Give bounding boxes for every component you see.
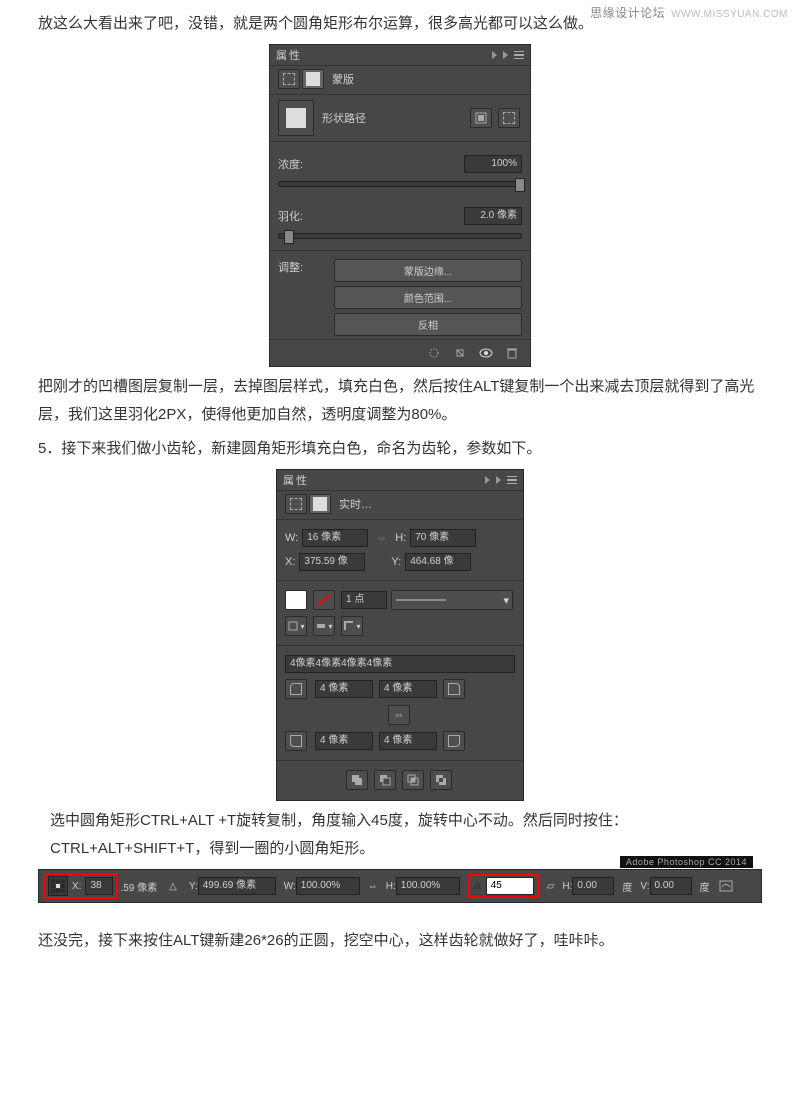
h-label: H: — [386, 881, 396, 892]
w-field[interactable]: 100.00% — [296, 877, 360, 895]
deg-label-2: 度 — [700, 879, 710, 894]
hskew-field[interactable]: 0.00 — [572, 877, 614, 895]
y-field[interactable]: 464.68 像 — [405, 553, 471, 571]
corner-tr-field[interactable]: 4 像素 — [379, 680, 437, 698]
w-label: W: — [284, 881, 296, 892]
delta-icon[interactable]: △ — [169, 881, 177, 892]
w-label: W: — [285, 532, 298, 544]
stroke-swatch[interactable] — [313, 590, 335, 610]
paragraph-2b: 5．接下来我们做小齿轮，新建圆角矩形填充白色，命名为齿轮，参数如下。 — [0, 435, 800, 463]
highlight-angle: ⟁ 45 — [468, 874, 539, 898]
h-field[interactable]: 70 像素 — [410, 529, 476, 547]
angle-field[interactable]: 45 — [486, 877, 534, 895]
corner-tr-icon[interactable] — [443, 679, 465, 699]
density-label: 浓度: — [278, 156, 303, 172]
mask-edge-button[interactable]: 蒙版边缘... — [334, 259, 522, 282]
panel-title: 属性 — [283, 472, 309, 488]
highlight-anchor-x: X: 38 — [43, 873, 118, 899]
link-icon[interactable]: ⇔ — [368, 881, 378, 892]
feather-slider[interactable] — [278, 233, 522, 239]
delete-icon[interactable] — [504, 346, 520, 360]
boundary-icon[interactable] — [498, 108, 520, 128]
paragraph-2a: 把刚才的凹槽图层复制一层，去掉图层样式，填充白色，然后按住ALT键复制一个出来减… — [0, 373, 800, 429]
x-label: X: — [72, 881, 81, 892]
invert-button[interactable]: 反相 — [334, 313, 522, 336]
w-field[interactable]: 16 像素 — [302, 529, 368, 547]
x-rest: .59 像素 — [120, 879, 157, 894]
adjust-label: 调整: — [278, 259, 334, 275]
angle-icon: ⟁ — [473, 881, 482, 892]
link-corners-icon[interactable]: ⇔ — [388, 705, 410, 725]
pathop-exclude-icon[interactable] — [430, 770, 452, 790]
mask-type-raster-icon[interactable] — [278, 69, 300, 89]
y-label: Y: — [391, 556, 401, 568]
adobe-title: Adobe Photoshop CC 2014 — [620, 856, 753, 868]
stroke-corners[interactable]: ▾ — [341, 616, 363, 636]
mask-label: 蒙版 — [332, 71, 354, 87]
pathop-subtract-icon[interactable] — [374, 770, 396, 790]
live-label: 实时… — [339, 496, 372, 512]
stroke-align[interactable]: ▾ — [285, 616, 307, 636]
apply-mask-icon[interactable] — [452, 346, 468, 360]
panel-menu[interactable] — [485, 476, 517, 485]
hskew-label: H: — [562, 881, 572, 892]
load-selection-icon[interactable] — [426, 346, 442, 360]
select-mask-icon[interactable] — [470, 108, 492, 128]
feather-label: 羽化: — [278, 208, 303, 224]
properties-panel-mask: 属性 蒙版 形状路径 浓度: — [269, 44, 531, 367]
pathop-intersect-icon[interactable] — [402, 770, 424, 790]
reference-point-icon[interactable] — [48, 876, 68, 896]
radii-summary[interactable]: 4像素4像素4像素4像素 — [285, 655, 515, 673]
x-field[interactable]: 375.59 像 — [299, 553, 365, 571]
skew-icon: ▱ — [547, 881, 555, 892]
corner-tl-icon[interactable] — [285, 679, 307, 699]
mask-type-vector-icon[interactable] — [302, 69, 324, 89]
shape-mode-icon[interactable] — [285, 494, 307, 514]
corner-tl-field[interactable]: 4 像素 — [315, 680, 373, 698]
density-field[interactable]: 100% — [464, 155, 522, 173]
stroke-style[interactable]: ▾ — [391, 590, 513, 610]
panel-menu[interactable] — [492, 51, 524, 60]
feather-field[interactable]: 2.0 像素 — [464, 207, 522, 225]
x-label: X: — [285, 556, 295, 568]
corner-br-field[interactable]: 4 像素 — [379, 732, 437, 750]
h-label: H: — [395, 532, 406, 544]
x-field[interactable]: 38 — [85, 877, 113, 895]
paragraph-3: 选中圆角矩形CTRL+ALT +T旋转复制，角度输入45度，旋转中心不动。然后同… — [0, 807, 800, 863]
vskew-label: V: — [640, 881, 649, 892]
vskew-field[interactable]: 0.00 — [650, 877, 692, 895]
corner-br-icon[interactable] — [443, 731, 465, 751]
paragraph-4: 还没完，接下来按住ALT键新建26*26的正圆，挖空中心，这样齿轮就做好了，哇咔… — [0, 927, 800, 955]
panel-title: 属性 — [276, 47, 302, 63]
watermark: 思缘设计论坛WWW.MISSYUAN.COM — [590, 4, 788, 21]
properties-panel-live-shape: 属性 实时… W: 16 像素 ⇔ H: 70 像素 X: 375.59 像 Y… — [276, 469, 524, 801]
mask-thumb[interactable] — [278, 100, 314, 136]
deg-label: 度 — [622, 879, 632, 894]
corner-bl-icon[interactable] — [285, 731, 307, 751]
link-wh-icon[interactable]: ⇔ — [376, 532, 387, 544]
density-slider[interactable] — [278, 181, 522, 187]
h-field[interactable]: 100.00% — [396, 877, 460, 895]
live-shape-icon[interactable] — [309, 494, 331, 514]
pathop-combine-icon[interactable] — [346, 770, 368, 790]
corner-bl-field[interactable]: 4 像素 — [315, 732, 373, 750]
fill-swatch[interactable] — [285, 590, 307, 610]
y-label: Y: — [189, 881, 198, 892]
stroke-width[interactable]: 1 点 — [341, 591, 387, 609]
stroke-caps[interactable]: ▾ — [313, 616, 335, 636]
shape-path-label: 形状路径 — [322, 110, 366, 126]
color-range-button[interactable]: 颜色范围... — [334, 286, 522, 309]
transform-options-bar: Adobe Photoshop CC 2014 X: 38 .59 像素 △ Y… — [38, 869, 762, 903]
y-field[interactable]: 499.69 像素 — [198, 877, 276, 895]
interpolation-icon[interactable] — [718, 879, 734, 893]
visibility-icon[interactable] — [478, 346, 494, 360]
